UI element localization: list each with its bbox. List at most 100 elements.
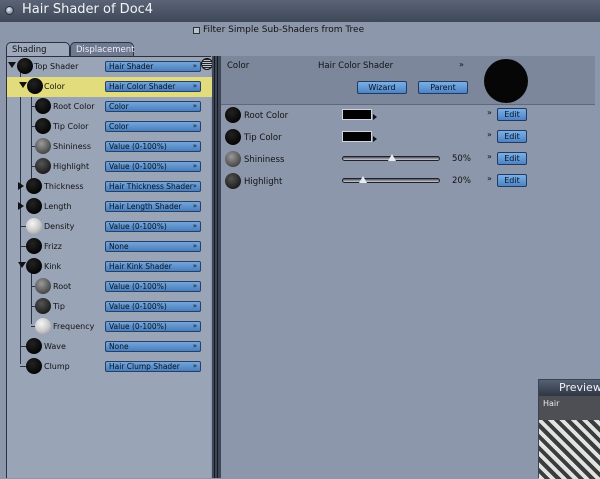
shader-dropdown-value: Value (0-100%): [109, 162, 167, 171]
shader-dropdown[interactable]: Value (0-100%) »: [105, 301, 201, 312]
preview-viewport[interactable]: Hair: [539, 396, 600, 479]
window-close-button[interactable]: [5, 6, 14, 15]
tree-row-thickness[interactable]: Thickness Hair Thickness Shader»: [7, 177, 212, 197]
chevron-down-icon: »: [192, 262, 197, 270]
tree-row-frequency[interactable]: Frequency Value (0-100%) »: [7, 317, 212, 337]
shader-dropdown[interactable]: Hair Kink Shader »: [105, 261, 201, 272]
shader-ball-icon: [26, 358, 42, 374]
shader-dropdown[interactable]: Value (0-100%) »: [105, 281, 201, 292]
shader-ball-icon: [26, 258, 42, 274]
slider-knob[interactable]: [359, 176, 367, 183]
tree-row-clump[interactable]: Clump Hair Clump Shader »: [7, 357, 212, 377]
shader-ball-icon: [225, 173, 241, 189]
expand-arrow-icon[interactable]: [18, 182, 24, 190]
chevron-down-icon[interactable]: »: [487, 130, 492, 139]
shader-dropdown-value: Value (0-100%): [109, 282, 167, 291]
tab-shading[interactable]: Shading: [6, 42, 70, 57]
shader-ball-icon: [35, 138, 51, 154]
chevron-down-icon[interactable]: »: [487, 152, 492, 161]
preview-window[interactable]: Preview Hair: [538, 379, 600, 479]
shader-dropdown-value: Hair Shader: [109, 62, 154, 71]
shader-dropdown[interactable]: Hair Clump Shader »: [105, 361, 201, 372]
shader-dropdown[interactable]: None »: [105, 341, 201, 352]
shader-dropdown[interactable]: None »: [105, 241, 201, 252]
tree-row-tip-color[interactable]: Tip Color Color »: [7, 117, 212, 137]
chevron-down-icon[interactable]: »: [459, 60, 464, 69]
shader-dropdown-value: Hair Kink Shader: [109, 262, 172, 271]
tab-displacement[interactable]: Displacement: [70, 42, 134, 56]
collapse-arrow-icon[interactable]: [19, 82, 27, 88]
collapse-arrow-icon[interactable]: [8, 62, 16, 68]
shader-dropdown[interactable]: Value (0-100%) »: [105, 141, 201, 152]
shader-dropdown[interactable]: Value (0-100%) »: [105, 221, 201, 232]
slider-knob[interactable]: [388, 154, 396, 161]
shader-dropdown-value: Value (0-100%): [109, 302, 167, 311]
shader-ball-icon: [225, 129, 241, 145]
shader-dropdown[interactable]: Hair Shader »: [105, 61, 201, 72]
chevron-down-icon: »: [192, 322, 197, 330]
edit-button[interactable]: Edit: [497, 130, 527, 143]
wizard-button[interactable]: Wizard: [357, 81, 407, 94]
edit-button[interactable]: Edit: [497, 174, 527, 187]
property-value: 50%: [452, 154, 471, 164]
shader-dropdown[interactable]: Color »: [105, 121, 201, 132]
color-swatch[interactable]: [342, 109, 372, 120]
chevron-down-icon: »: [192, 242, 197, 250]
chevron-down-icon: »: [192, 362, 197, 370]
shader-type[interactable]: Hair Color Shader: [318, 61, 393, 71]
chevron-down-icon: »: [192, 142, 197, 150]
property-label: Shininess: [244, 155, 285, 165]
color-swatch[interactable]: [342, 131, 372, 142]
tree-row-label: Highlight: [53, 162, 90, 171]
shader-tree-panel: Top Shader Hair Shader » Color Hair Color…: [6, 56, 212, 478]
shader-dropdown[interactable]: Hair Thickness Shader»: [105, 181, 201, 192]
tree-row-kink[interactable]: Kink Hair Kink Shader »: [7, 257, 212, 277]
window-title: Hair Shader of Doc4: [22, 2, 154, 17]
property-label: Root Color: [244, 111, 289, 121]
shader-dropdown[interactable]: Hair Color Shader »: [105, 81, 201, 92]
tree-row-label: Frequency: [53, 322, 95, 331]
title-bar: Hair Shader of Doc4: [0, 0, 600, 23]
tree-row-color[interactable]: Color Hair Color Shader »: [7, 77, 212, 97]
shader-dropdown[interactable]: Color »: [105, 101, 201, 112]
tree-row-root-color[interactable]: Root Color Color »: [7, 97, 212, 117]
property-row-root-color: Root Color » Edit: [221, 104, 595, 126]
triangle-right-icon[interactable]: [373, 114, 377, 120]
shader-dropdown[interactable]: Value (0-100%) »: [105, 161, 201, 172]
tree-row-root[interactable]: Root Value (0-100%) »: [7, 277, 212, 297]
expand-arrow-icon[interactable]: [18, 202, 24, 210]
tree-row-frizz[interactable]: Frizz None »: [7, 237, 212, 257]
chevron-down-icon: »: [192, 122, 197, 130]
chevron-down-icon: »: [192, 182, 197, 190]
shader-ball-icon: [17, 58, 33, 74]
shader-dropdown[interactable]: Value (0-100%) »: [105, 321, 201, 332]
parent-button[interactable]: Parent: [418, 81, 468, 94]
triangle-right-icon[interactable]: [373, 136, 377, 142]
tree-row-length[interactable]: Length Hair Length Shader »: [7, 197, 212, 217]
shader-ball-icon: [27, 78, 43, 94]
panel-splitter[interactable]: [212, 56, 221, 478]
collapse-arrow-icon[interactable]: [18, 262, 26, 268]
chevron-down-icon[interactable]: »: [487, 108, 492, 117]
tree-row-tip[interactable]: Tip Value (0-100%) »: [7, 297, 212, 317]
tree-row-shininess[interactable]: Shininess Value (0-100%) »: [7, 137, 212, 157]
filter-label[interactable]: Filter Simple Sub-Shaders from Tree: [203, 25, 364, 35]
chevron-down-icon: »: [192, 102, 197, 110]
shininess-slider[interactable]: [342, 154, 440, 161]
filter-checkbox[interactable]: [193, 27, 200, 34]
tree-row-density[interactable]: Density Value (0-100%) »: [7, 217, 212, 237]
chevron-down-icon[interactable]: »: [487, 174, 492, 183]
edit-button[interactable]: Edit: [497, 152, 527, 165]
highlight-slider[interactable]: [342, 176, 440, 183]
shader-dropdown-value: Value (0-100%): [109, 222, 167, 231]
tree-row-top-shader[interactable]: Top Shader Hair Shader »: [7, 57, 212, 77]
tree-row-label: Color: [44, 82, 65, 91]
shader-ball-icon: [26, 218, 42, 234]
shader-ball-icon: [35, 158, 51, 174]
edit-button[interactable]: Edit: [497, 108, 527, 121]
shader-dropdown[interactable]: Hair Length Shader »: [105, 201, 201, 212]
shader-dropdown-value: None: [109, 242, 129, 251]
tree-row-highlight[interactable]: Highlight Value (0-100%) »: [7, 157, 212, 177]
tree-row-wave[interactable]: Wave None »: [7, 337, 212, 357]
shader-dropdown-value: Hair Length Shader: [109, 202, 182, 211]
